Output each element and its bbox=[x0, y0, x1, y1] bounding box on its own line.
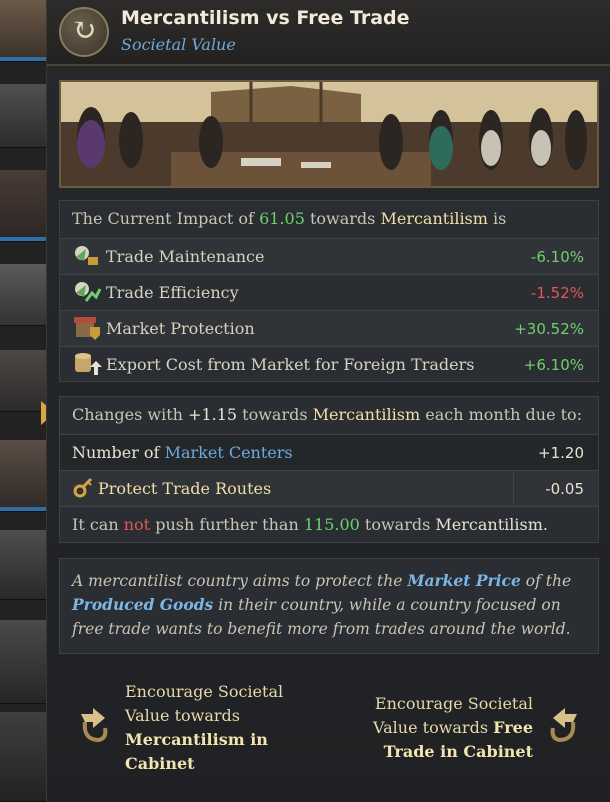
modifier-value: -6.10% bbox=[530, 248, 584, 266]
privilege-key-icon bbox=[72, 475, 94, 501]
impact-target[interactable]: Mercantilism bbox=[380, 209, 487, 228]
changes-intro: Changes with +1.15 towards Mercantilism … bbox=[60, 397, 598, 433]
button-line: Encourage Societal bbox=[125, 682, 284, 701]
encourage-mercantilism-button[interactable]: Encourage Societal Value towards Mercant… bbox=[125, 680, 325, 776]
limit-value: 115.00 bbox=[303, 515, 360, 534]
impact-towards: towards bbox=[309, 209, 376, 228]
thumbnail[interactable] bbox=[0, 440, 46, 512]
change-value: +1.20 bbox=[538, 444, 584, 462]
button-line: Value towards bbox=[125, 706, 240, 725]
produced-goods-link[interactable]: Produced Goods bbox=[72, 595, 213, 614]
encourage-left-icon[interactable] bbox=[75, 704, 111, 744]
tooltip-panel: ↻ Mercantilism vs Free Trade Societal Va… bbox=[46, 0, 610, 802]
modifier-row[interactable]: Market Protection +30.52% bbox=[60, 310, 598, 346]
column-divider bbox=[513, 471, 514, 507]
changes-target[interactable]: Mercantilism bbox=[313, 405, 420, 424]
changes-suffix: each month due to: bbox=[425, 405, 583, 424]
export-cost-icon bbox=[72, 351, 102, 377]
modifier-value: +30.52% bbox=[514, 320, 584, 338]
market-centers-link[interactable]: Market Centers bbox=[165, 443, 293, 462]
illustration-image bbox=[59, 80, 599, 188]
button-line-bold: Mercantilism in bbox=[125, 730, 268, 749]
limit-not: not bbox=[123, 515, 151, 534]
thumbnail[interactable] bbox=[0, 170, 46, 242]
button-line-bold: Free bbox=[493, 718, 533, 737]
thumbnail[interactable] bbox=[0, 530, 46, 600]
limit-target[interactable]: Mercantilism. bbox=[435, 515, 548, 534]
description-text: of the bbox=[525, 572, 572, 590]
description-box: A mercantilist country aims to protect t… bbox=[59, 558, 599, 654]
panel-subtitle[interactable]: Societal Value bbox=[121, 35, 236, 54]
left-thumbnail-strip bbox=[0, 0, 46, 802]
change-row[interactable]: Number of Market Centers +1.20 bbox=[60, 434, 598, 470]
encourage-right-icon[interactable] bbox=[547, 704, 583, 744]
button-line-bold: Cabinet bbox=[125, 754, 195, 773]
button-line-bold: Trade in Cabinet bbox=[383, 742, 533, 761]
modifier-label: Export Cost from Market for Foreign Trad… bbox=[106, 355, 475, 374]
trade-maintenance-icon bbox=[72, 243, 102, 269]
protect-trade-routes-link[interactable]: Protect Trade Routes bbox=[98, 479, 271, 498]
impact-suffix: is bbox=[493, 209, 507, 228]
modifier-value: +6.10% bbox=[523, 356, 584, 374]
panel-title: Mercantilism vs Free Trade bbox=[121, 7, 410, 29]
changes-prefix: Changes with bbox=[72, 405, 183, 424]
thumbnail[interactable] bbox=[0, 264, 46, 326]
limit-prefix: It can bbox=[72, 515, 119, 534]
thumbnail[interactable] bbox=[0, 350, 46, 412]
trade-efficiency-icon bbox=[72, 279, 102, 305]
modifier-label: Trade Maintenance bbox=[106, 247, 265, 266]
limit-mid: push further than bbox=[155, 515, 299, 534]
modifier-value: -1.52% bbox=[530, 284, 584, 302]
limit-towards: towards bbox=[364, 515, 431, 534]
limit-row: It can not push further than 115.00 towa… bbox=[60, 506, 598, 542]
thumbnail[interactable] bbox=[0, 620, 46, 704]
market-protection-icon bbox=[72, 315, 102, 341]
change-row[interactable]: Protect Trade Routes -0.05 bbox=[60, 470, 598, 507]
encourage-free-trade-button[interactable]: Encourage Societal Value towards Free Tr… bbox=[347, 692, 533, 764]
impact-box: The Current Impact of 61.05 towards Merc… bbox=[59, 200, 599, 382]
changes-amount: +1.15 bbox=[188, 405, 238, 424]
change-value: -0.05 bbox=[545, 480, 584, 498]
impact-intro: The Current Impact of 61.05 towards Merc… bbox=[60, 201, 598, 237]
market-price-link[interactable]: Market Price bbox=[407, 571, 521, 590]
thumbnail[interactable] bbox=[0, 712, 46, 802]
button-line: Encourage Societal bbox=[374, 694, 533, 713]
modifier-row[interactable]: Trade Maintenance -6.10% bbox=[60, 238, 598, 274]
modifier-row[interactable]: Trade Efficiency -1.52% bbox=[60, 274, 598, 310]
changes-towards: towards bbox=[242, 405, 308, 424]
modifier-label: Market Protection bbox=[106, 319, 255, 338]
thumbnail[interactable] bbox=[0, 84, 46, 148]
description-text: A mercantilist country aims to protect t… bbox=[72, 572, 403, 590]
modifier-row[interactable]: Export Cost from Market for Foreign Trad… bbox=[60, 346, 598, 382]
modifier-label: Trade Efficiency bbox=[106, 283, 239, 302]
impact-amount: 61.05 bbox=[259, 209, 305, 228]
change-label-prefix: Number of bbox=[72, 443, 160, 462]
panel-header: ↻ Mercantilism vs Free Trade Societal Va… bbox=[47, 0, 610, 66]
impact-intro-prefix: The Current Impact of bbox=[72, 209, 254, 228]
cycle-arrows-icon: ↻ bbox=[59, 7, 109, 57]
button-line: Value towards bbox=[373, 718, 489, 737]
changes-box: Changes with +1.15 towards Mercantilism … bbox=[59, 396, 599, 543]
thumbnail[interactable] bbox=[0, 0, 46, 62]
